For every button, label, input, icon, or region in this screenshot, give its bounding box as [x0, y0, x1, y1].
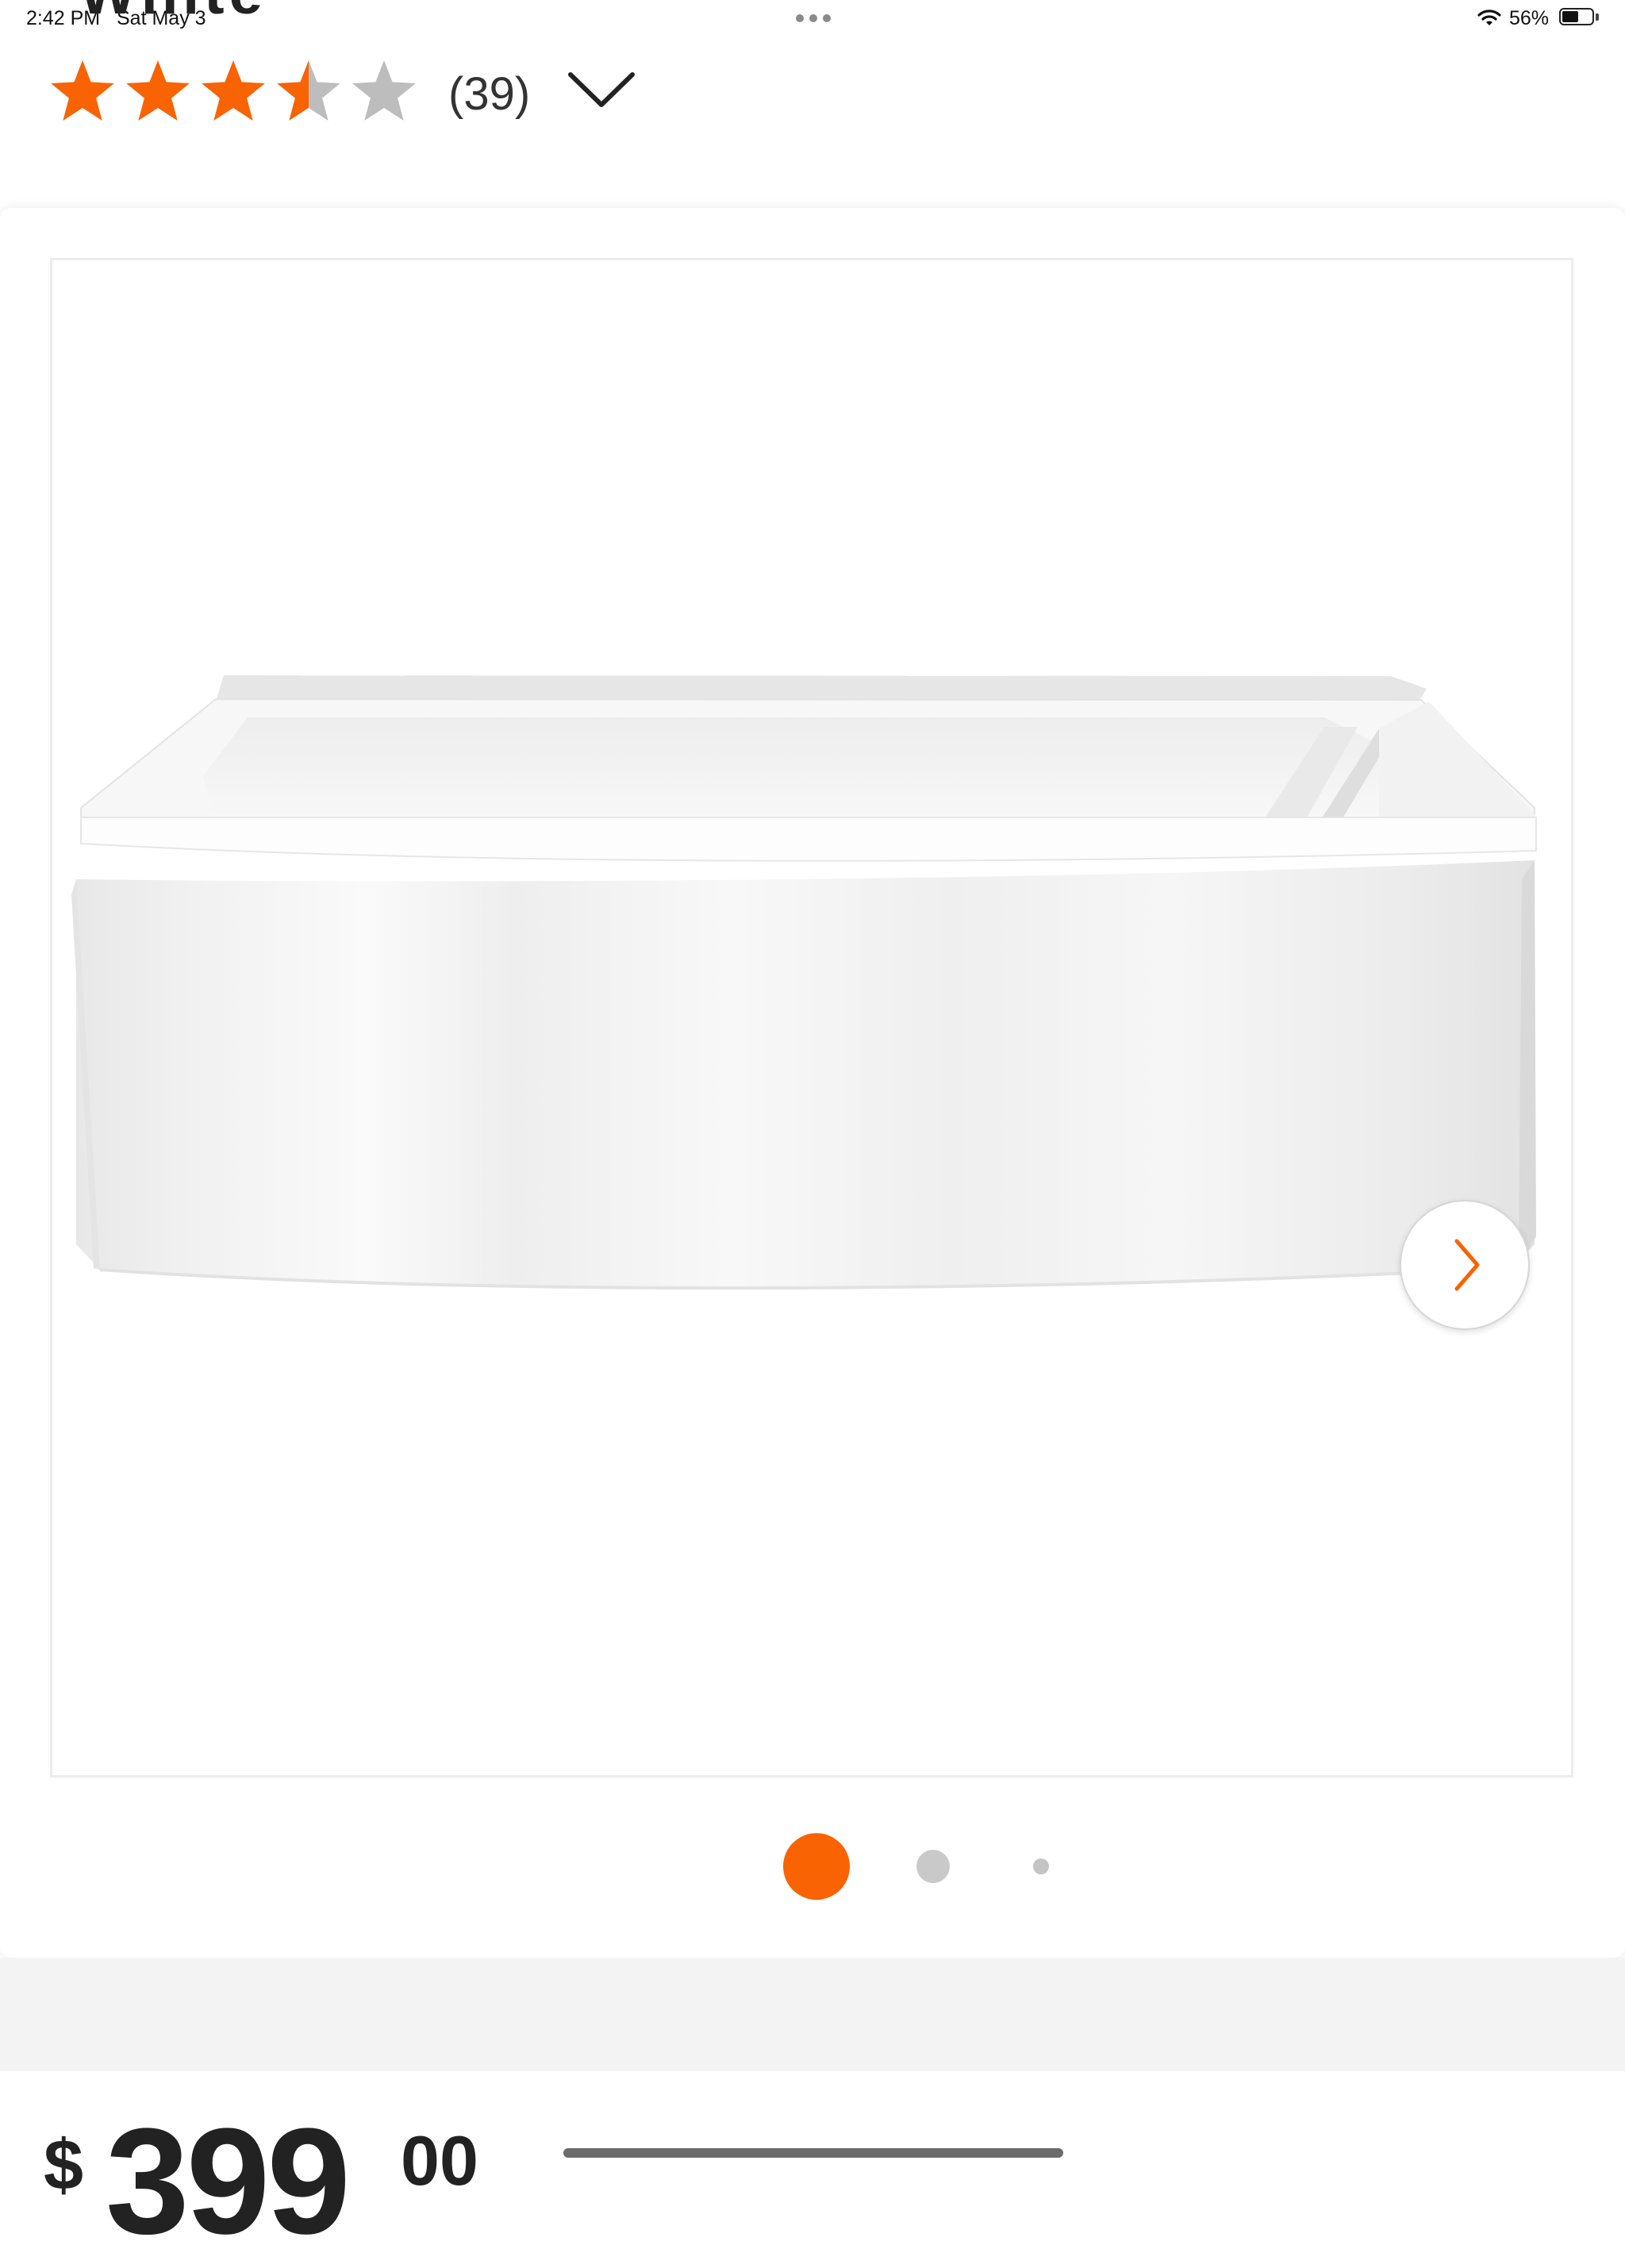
battery-percent: 56% [1509, 7, 1550, 29]
pager-dot[interactable] [916, 1850, 950, 1883]
star-empty-icon [352, 60, 416, 121]
star-full-icon [202, 60, 265, 121]
multitasking-dots-icon[interactable] [796, 14, 831, 22]
pager-dot-active[interactable] [783, 1833, 850, 1900]
price-dollars: 399 [106, 2097, 351, 2266]
home-indicator[interactable] [563, 2148, 1063, 2158]
price-cents: 00 [401, 2121, 478, 2200]
star-full-icon [126, 60, 190, 121]
star-rating[interactable] [49, 57, 422, 129]
section-divider [0, 1958, 1625, 2071]
wifi-icon [1477, 10, 1501, 25]
chevron-right-icon [1454, 1239, 1480, 1291]
next-image-button[interactable] [1400, 1200, 1530, 1330]
bathtub-image[interactable] [52, 260, 1571, 1775]
chevron-down-icon[interactable] [567, 70, 636, 111]
pager-dot[interactable] [1033, 1859, 1049, 1874]
star-half-icon [277, 60, 340, 121]
battery-icon [1559, 8, 1600, 27]
image-gallery [0, 208, 1625, 1958]
image-pager[interactable] [0, 1830, 1625, 1909]
product-title: White [79, 0, 267, 28]
price-currency: $ [44, 2126, 84, 2205]
star-full-icon [51, 60, 114, 121]
review-count[interactable]: (39) [448, 67, 530, 121]
product-image-frame[interactable] [50, 258, 1573, 1778]
